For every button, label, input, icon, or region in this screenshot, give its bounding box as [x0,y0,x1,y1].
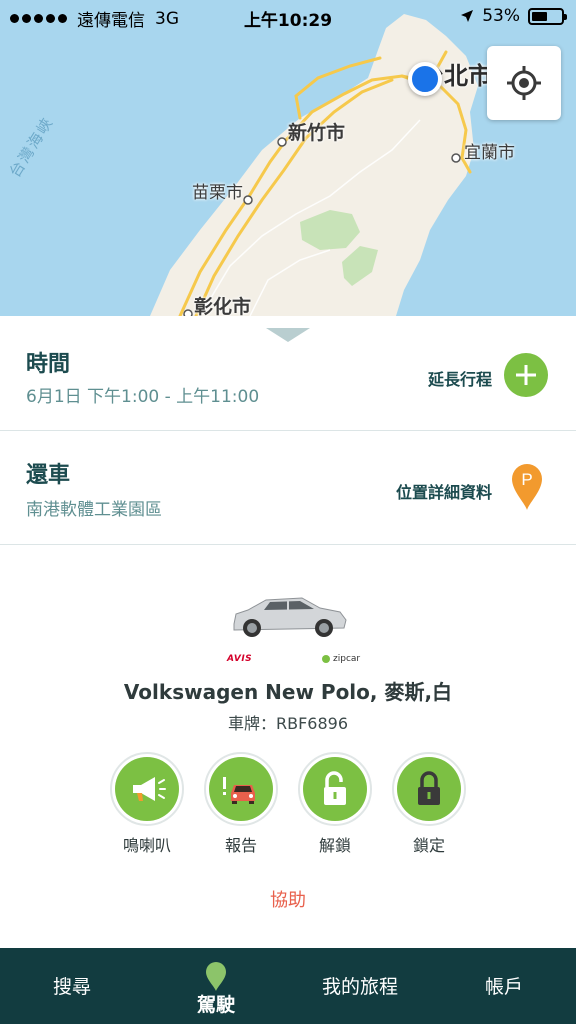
tab-bar: 搜尋 駕駛 我的旅程 帳戶 [0,948,576,1024]
time-row: 時間 6月1日 下午1:00 - 上午11:00 延長行程 [0,316,576,431]
location-details-link[interactable]: 位置詳細資料 [396,479,492,503]
return-title: 還車 [26,463,71,488]
tab-search[interactable]: 搜尋 [0,948,144,1024]
zipcar-logo-text: zipcar [333,654,361,664]
lock-icon [418,771,440,805]
battery-icon [528,7,567,25]
zipcar-logo: zipcar [322,654,360,664]
report-label: 報告 [224,836,257,855]
unlock-label: 解鎖 [318,836,351,855]
lock-label: 鎖定 [412,836,445,855]
return-location: 南港軟體工業園區 [26,500,162,520]
lock-button[interactable]: 鎖定 [392,752,466,856]
return-row: 還車 南港軟體工業園區 位置詳細資料 P [0,431,576,545]
car-model-name: Volkswagen New Polo, 麥斯,白 [123,680,453,704]
locate-me-button[interactable] [487,46,561,120]
tab-drive[interactable]: 駕駛 [144,948,288,1024]
tab-my-trips[interactable]: 我的旅程 [288,948,432,1024]
time-range: 6月1日 下午1:00 - 上午11:00 [26,387,260,407]
battery-percent: 53% [482,6,520,26]
tab-account-label: 帳戶 [484,976,523,998]
honk-button[interactable]: 鳴喇叭 [110,752,184,856]
parking-pin-icon[interactable]: P [510,463,544,511]
plus-icon [516,365,536,385]
help-link[interactable]: 協助 [0,886,576,912]
status-bar: 遠傳電信 3G 上午10:29 53% [0,0,576,34]
unlock-button[interactable]: 解鎖 [298,752,372,856]
drive-pin-icon [206,962,226,991]
time-title: 時間 [26,352,71,377]
car-actions: 鳴喇叭 報告 解鎖 鎖定 [110,752,470,862]
map-label-yilan: 宜蘭市 [464,143,515,163]
megaphone-icon [133,777,166,801]
map-label-hsinchu: 新竹市 [288,122,346,144]
location-arrow-icon [461,10,474,22]
license-plate: 車牌：RBF6896 [227,714,349,733]
extend-trip-link[interactable]: 延長行程 [428,366,492,390]
report-button[interactable]: 報告 [204,752,278,856]
map-view[interactable]: 台北市 新竹市 宜蘭市 苗栗市 彰化市 台灣海峽 [0,0,576,316]
user-location-dot [408,62,442,96]
tab-my-trips-label: 我的旅程 [321,976,398,998]
tab-drive-label: 駕駛 [196,994,235,1016]
unlock-icon [324,771,346,805]
crosshair-icon [507,66,541,100]
car-image [233,597,347,637]
avis-logo: AVIS [227,654,253,664]
tab-account[interactable]: 帳戶 [432,948,576,1024]
parking-pin-letter: P [521,470,532,489]
tab-search-label: 搜尋 [52,976,91,998]
car-alert-icon [223,777,255,804]
honk-label: 鳴喇叭 [122,836,171,855]
map-label-miaoli: 苗栗市 [192,183,243,203]
reservation-panel: 時間 6月1日 下午1:00 - 上午11:00 延長行程 還車 南港軟體工業園… [0,316,576,948]
extend-trip-button[interactable] [504,353,548,397]
map-label-changhua: 彰化市 [194,296,252,316]
